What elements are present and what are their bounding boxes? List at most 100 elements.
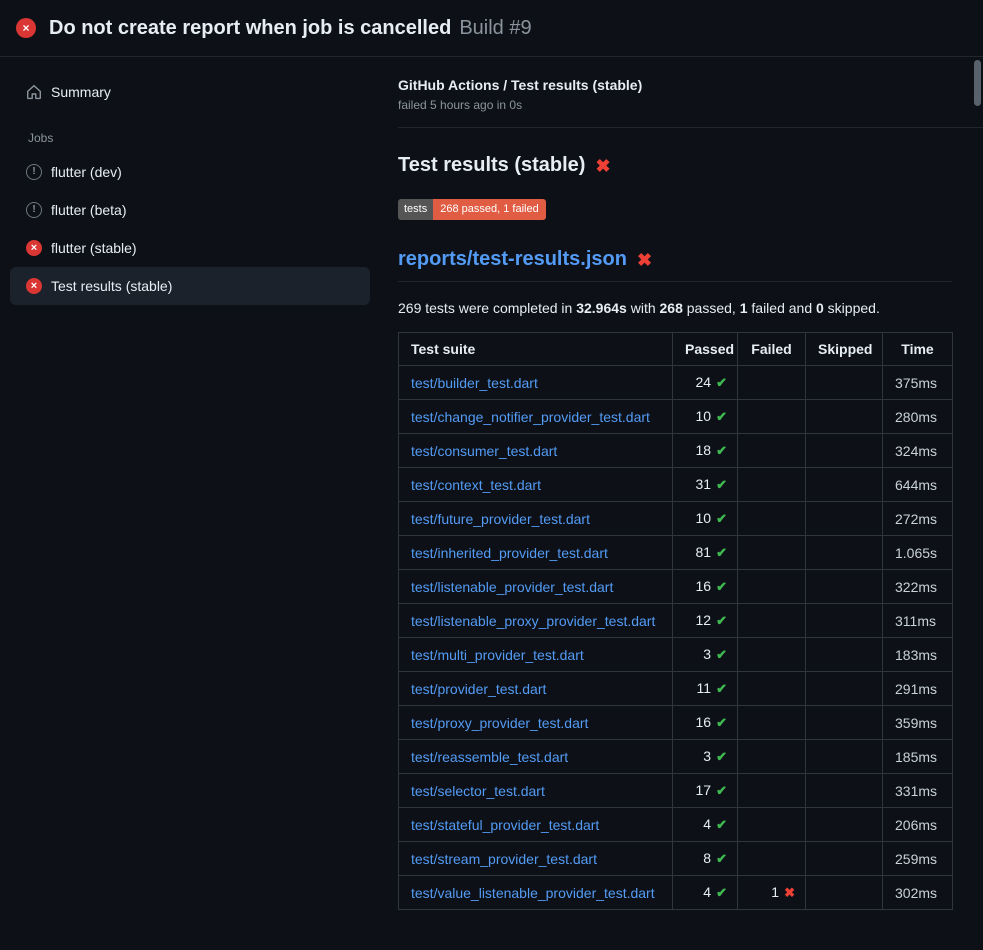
suite-link[interactable]: test/stream_provider_test.dart <box>411 851 597 867</box>
column-header: Failed <box>738 333 806 366</box>
count: 3 <box>703 646 711 662</box>
table-row: test/future_provider_test.dart 10✔ 272ms <box>399 502 953 536</box>
skipped-cell <box>806 740 883 774</box>
job-item[interactable]: × Test results (stable) <box>10 267 370 305</box>
suite-cell: test/future_provider_test.dart <box>399 502 673 536</box>
scrollbar-thumb[interactable] <box>974 60 981 106</box>
suite-link[interactable]: test/inherited_provider_test.dart <box>411 545 608 561</box>
suite-link[interactable]: test/value_listenable_provider_test.dart <box>411 885 655 901</box>
check-icon: ✔ <box>716 749 727 764</box>
passed-cell: 18✔ <box>673 434 738 468</box>
suite-link[interactable]: test/consumer_test.dart <box>411 443 557 459</box>
time-cell: 291ms <box>883 672 953 706</box>
x-icon: ✖ <box>595 157 610 175</box>
suite-link[interactable]: test/change_notifier_provider_test.dart <box>411 409 650 425</box>
check-icon: ✔ <box>716 647 727 662</box>
time-cell: 259ms <box>883 842 953 876</box>
suite-cell: test/change_notifier_provider_test.dart <box>399 400 673 434</box>
report-heading: reports/test-results.json ✖ <box>398 248 952 282</box>
passed-cell: 3✔ <box>673 638 738 672</box>
time-cell: 272ms <box>883 502 953 536</box>
failed-cell <box>738 706 806 740</box>
suite-cell: test/consumer_test.dart <box>399 434 673 468</box>
summary-failed-count: 1 <box>740 300 748 316</box>
summary-passed-count: 268 <box>660 300 683 316</box>
suite-link[interactable]: test/proxy_provider_test.dart <box>411 715 588 731</box>
suite-link[interactable]: test/selector_test.dart <box>411 783 545 799</box>
suite-link[interactable]: test/context_test.dart <box>411 477 541 493</box>
count: 10 <box>696 510 712 526</box>
failed-cell <box>738 570 806 604</box>
job-item[interactable]: × flutter (stable) <box>10 229 370 267</box>
count: 81 <box>696 544 712 560</box>
passed-cell: 4✔ <box>673 876 738 910</box>
skipped-cell <box>806 468 883 502</box>
suite-cell: test/reassemble_test.dart <box>399 740 673 774</box>
table-row: test/listenable_proxy_provider_test.dart… <box>399 604 953 638</box>
main-content: GitHub Actions / Test results (stable) f… <box>380 57 983 910</box>
skipped-cell <box>806 876 883 910</box>
sidebar-item-summary[interactable]: Summary <box>10 75 370 109</box>
suite-link[interactable]: test/listenable_proxy_provider_test.dart <box>411 613 655 629</box>
failed-cell <box>738 774 806 808</box>
sidebar: Summary Jobs ! flutter (dev) ! flutter (… <box>0 57 380 305</box>
suite-cell: test/builder_test.dart <box>399 366 673 400</box>
count: 12 <box>696 612 712 628</box>
passed-cell: 8✔ <box>673 842 738 876</box>
job-label: flutter (beta) <box>51 202 126 218</box>
x-circle-icon: × <box>26 240 42 256</box>
suite-link[interactable]: test/multi_provider_test.dart <box>411 647 584 663</box>
suite-link[interactable]: test/future_provider_test.dart <box>411 511 590 527</box>
report-file-link[interactable]: reports/test-results.json <box>398 248 627 271</box>
check-icon: ✔ <box>716 715 727 730</box>
failed-cell <box>738 604 806 638</box>
skipped-cell <box>806 570 883 604</box>
skipped-cell <box>806 536 883 570</box>
table-row: test/inherited_provider_test.dart 81✔ 1.… <box>399 536 953 570</box>
suite-link[interactable]: test/listenable_provider_test.dart <box>411 579 613 595</box>
summary-text: failed and <box>748 300 817 316</box>
check-icon: ✔ <box>716 545 727 560</box>
table-row: test/value_listenable_provider_test.dart… <box>399 876 953 910</box>
suite-cell: test/context_test.dart <box>399 468 673 502</box>
suite-cell: test/inherited_provider_test.dart <box>399 536 673 570</box>
suite-cell: test/listenable_proxy_provider_test.dart <box>399 604 673 638</box>
job-item[interactable]: ! flutter (beta) <box>10 191 370 229</box>
time-cell: 183ms <box>883 638 953 672</box>
suite-link[interactable]: test/builder_test.dart <box>411 375 538 391</box>
table-row: test/builder_test.dart 24✔ 375ms <box>399 366 953 400</box>
table-row: test/context_test.dart 31✔ 644ms <box>399 468 953 502</box>
suite-cell: test/selector_test.dart <box>399 774 673 808</box>
job-label: flutter (dev) <box>51 164 122 180</box>
column-header: Skipped <box>806 333 883 366</box>
results-table-body: test/builder_test.dart 24✔ 375ms test/ch… <box>399 366 953 910</box>
table-row: test/selector_test.dart 17✔ 331ms <box>399 774 953 808</box>
count: 4 <box>703 884 711 900</box>
passed-cell: 10✔ <box>673 502 738 536</box>
skipped-cell <box>806 604 883 638</box>
skipped-cell <box>806 672 883 706</box>
time-cell: 375ms <box>883 366 953 400</box>
suite-link[interactable]: test/provider_test.dart <box>411 681 546 697</box>
time-cell: 324ms <box>883 434 953 468</box>
jobs-list: ! flutter (dev) ! flutter (beta) × flutt… <box>10 153 370 305</box>
time-cell: 322ms <box>883 570 953 604</box>
passed-cell: 31✔ <box>673 468 738 502</box>
suite-cell: test/stream_provider_test.dart <box>399 842 673 876</box>
run-header: × Do not create report when job is cance… <box>0 0 983 57</box>
summary-text: passed, <box>683 300 740 316</box>
suite-cell: test/value_listenable_provider_test.dart <box>399 876 673 910</box>
column-header: Passed <box>673 333 738 366</box>
suite-cell: test/provider_test.dart <box>399 672 673 706</box>
badge-value: 268 passed, 1 failed <box>433 199 545 220</box>
table-row: test/proxy_provider_test.dart 16✔ 359ms <box>399 706 953 740</box>
passed-cell: 17✔ <box>673 774 738 808</box>
x-icon: ✖ <box>637 251 652 269</box>
suite-link[interactable]: test/reassemble_test.dart <box>411 749 568 765</box>
suite-cell: test/listenable_provider_test.dart <box>399 570 673 604</box>
job-label: flutter (stable) <box>51 240 137 256</box>
count: 3 <box>703 748 711 764</box>
job-item[interactable]: ! flutter (dev) <box>10 153 370 191</box>
summary-skipped-count: 0 <box>816 300 824 316</box>
suite-link[interactable]: test/stateful_provider_test.dart <box>411 817 599 833</box>
